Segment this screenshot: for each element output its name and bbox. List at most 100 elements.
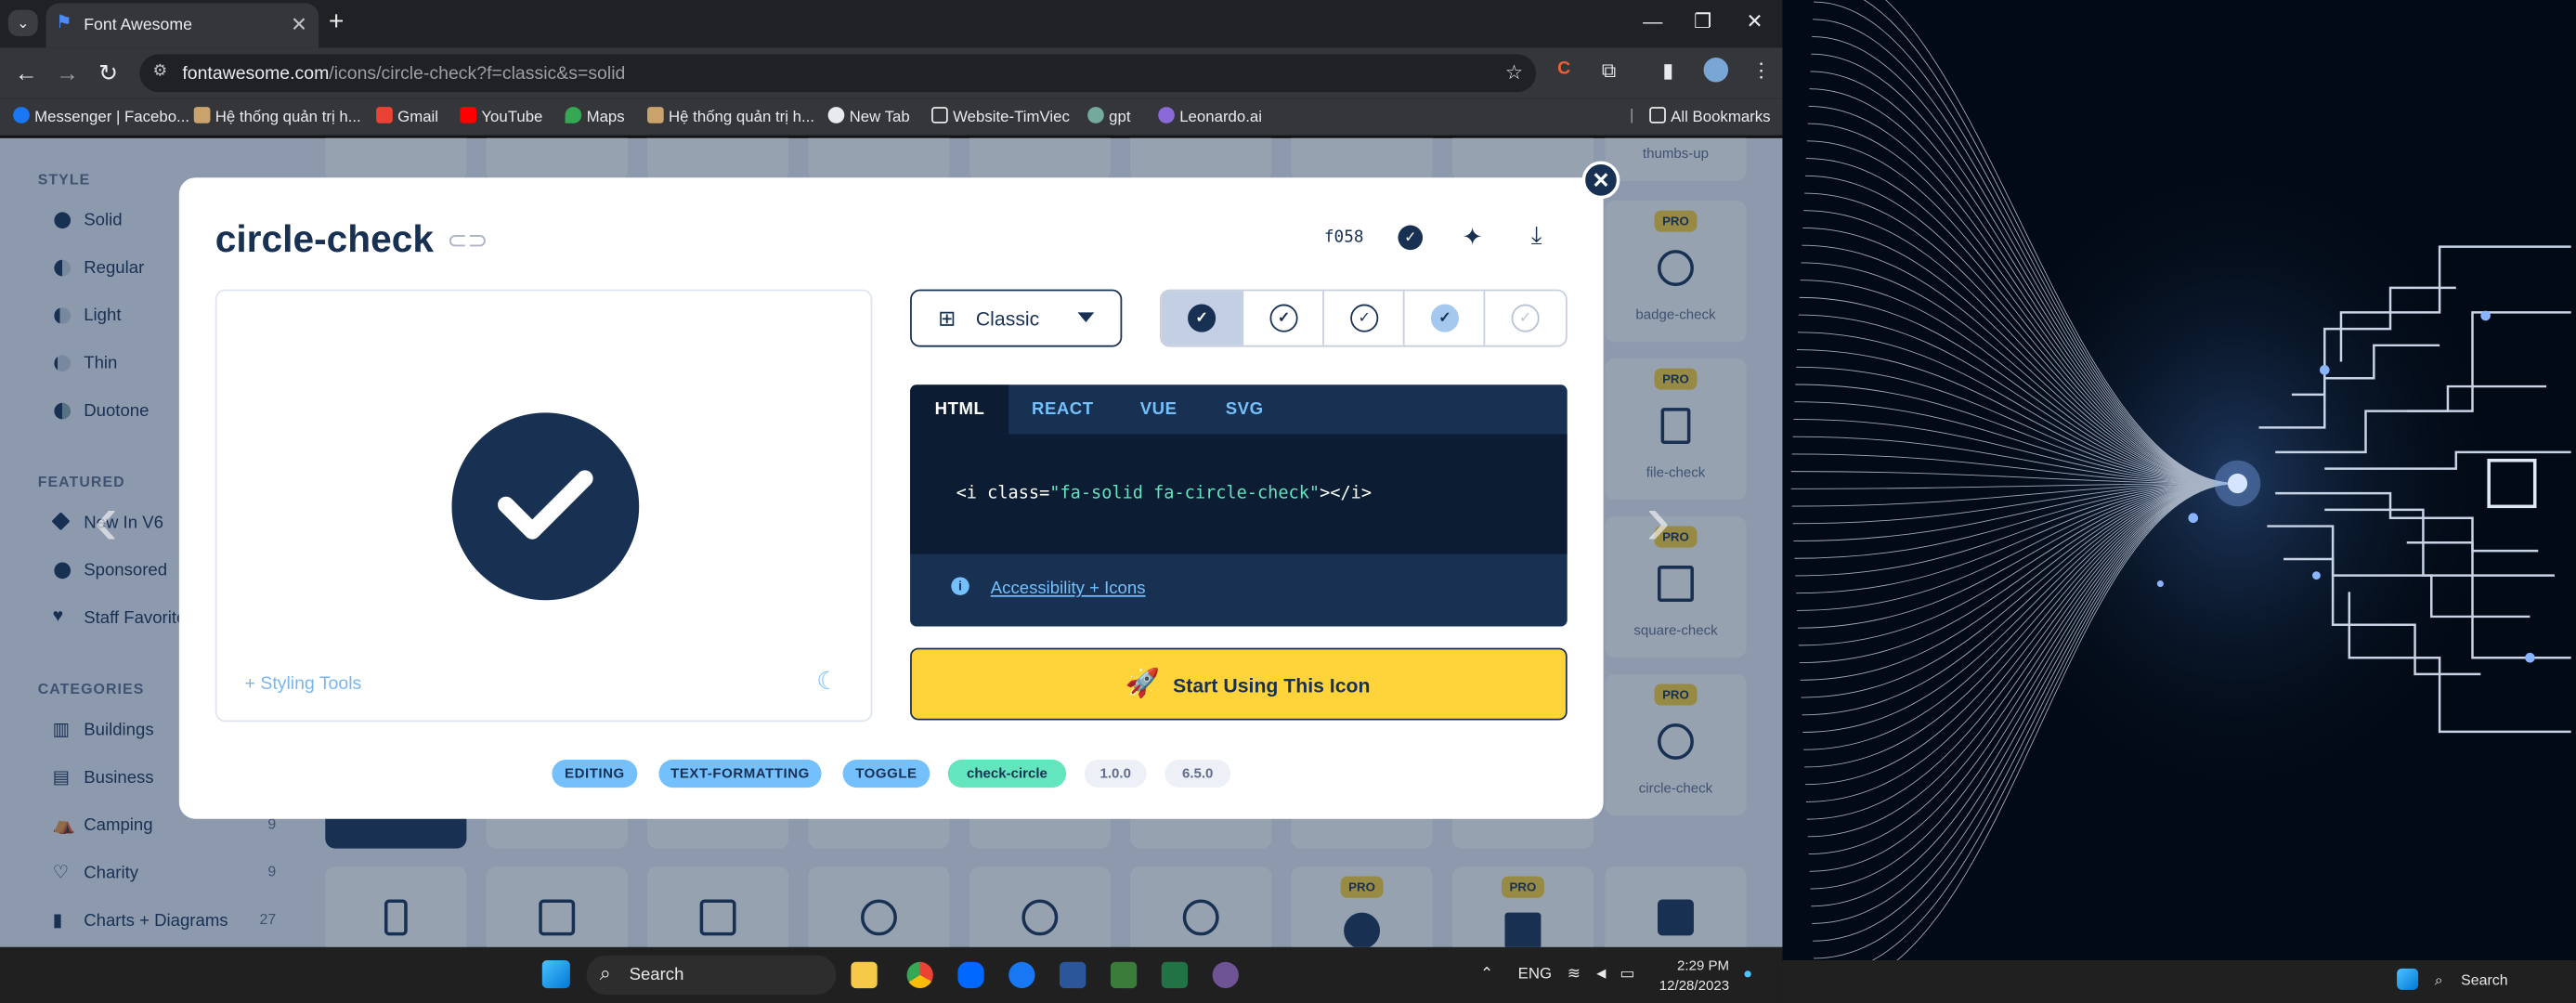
url-host: fontawesome.com (182, 64, 330, 85)
check-icon: ✓ (1430, 304, 1459, 332)
styling-tools-button[interactable]: + Styling Tools (245, 674, 362, 694)
version-updated: 6.5.0 (1164, 759, 1231, 788)
modal-title: circle-check (215, 216, 435, 260)
app-icon[interactable] (1110, 961, 1138, 989)
code-body[interactable]: <i class="fa-solid fa-circle-check"></i> (910, 434, 1568, 554)
close-tab-icon[interactable]: ✕ (291, 13, 307, 36)
bookmark-item[interactable]: Hệ thống quản trị h... (647, 107, 814, 126)
chevron-down-icon (1077, 312, 1095, 323)
zalo-icon[interactable] (957, 961, 984, 989)
profile-avatar[interactable] (1703, 57, 1729, 83)
family-select[interactable]: ⊞ Classic (910, 289, 1123, 347)
bookmark-label: Maps (586, 108, 625, 127)
clock[interactable]: 2:29 PM 12/28/2023 (1659, 956, 1729, 995)
address-bar[interactable]: ⚙ fontawesome.com/icons/circle-check?f=c… (139, 54, 1537, 93)
bookmark-item[interactable]: Hệ thống quản trị h... (193, 107, 361, 126)
bookmark-item[interactable]: Leonardo.ai (1158, 107, 1262, 126)
bookmark-label: Hệ thống quản trị h... (669, 108, 815, 127)
url-path: /icons/circle-check?f=classic&s=solid (329, 64, 626, 85)
browser-tab[interactable]: ⚑ Font Awesome ✕ (46, 3, 319, 48)
accessibility-link[interactable]: Accessibility + Icons (991, 579, 1146, 598)
alias-check-circle[interactable]: check-circle (947, 759, 1067, 788)
windows-start-icon[interactable] (2397, 968, 2419, 990)
url-text: fontawesome.com/icons/circle-check?f=cla… (182, 64, 625, 84)
facebook-icon[interactable] (1008, 961, 1035, 989)
bookmark-item[interactable]: Messenger | Facebo... (13, 107, 189, 126)
tag-text-formatting[interactable]: TEXT-FORMATTING (658, 759, 822, 788)
file-explorer-icon[interactable] (851, 961, 878, 989)
copy-glyph-icon[interactable]: ✓ (1398, 225, 1424, 251)
style-option-duotone[interactable]: ✓ (1483, 291, 1564, 345)
bookmark-label: Website-TimViec (953, 108, 1070, 127)
style-option-solid[interactable]: ✓ (1161, 291, 1242, 345)
tag-editing[interactable]: EDITING (552, 759, 638, 788)
secondary-taskbar: ⌕ Search (1782, 959, 2576, 1003)
back-icon[interactable]: ← (15, 59, 38, 85)
style-option-thin[interactable]: ✓ (1402, 291, 1484, 345)
desktop-wallpaper (1782, 0, 2576, 960)
forward-icon[interactable]: → (56, 59, 79, 85)
link-icon[interactable]: ⊂⊃ (447, 226, 488, 254)
word-icon[interactable] (1060, 961, 1086, 989)
new-tab-icon[interactable]: + (329, 8, 345, 38)
excel-icon[interactable] (1161, 961, 1189, 989)
tab-svg[interactable]: SVG (1226, 384, 1264, 434)
close-modal-button[interactable]: ✕ (1581, 161, 1620, 200)
tab-vue[interactable]: VUE (1140, 384, 1177, 434)
taskbar: ⌕ Search ⌃ ENG ≋ ◄ ▭ 2:29 PM 12/28/2023 … (0, 946, 1783, 1003)
code-panel: HTML REACT VUE SVG <i class="fa-solid fa… (910, 384, 1568, 627)
next-icon[interactable]: › (1646, 484, 1671, 557)
bookmark-folder[interactable]: Website-TimViec (931, 107, 1070, 126)
all-bookmarks[interactable]: All Bookmarks (1649, 107, 1771, 126)
secondary-search-label[interactable]: Search (2461, 971, 2507, 988)
wifi-icon[interactable]: ≋ (1568, 965, 1581, 983)
github-icon[interactable] (1212, 961, 1239, 989)
reload-icon[interactable]: ↻ (98, 59, 118, 87)
bookmark-label: Leonardo.ai (1179, 108, 1263, 127)
bookmarks-bar: Messenger | Facebo... Hệ thống quản trị … (0, 98, 1783, 137)
bookmark-item[interactable]: gpt (1087, 107, 1131, 126)
minimize-icon[interactable]: — (1643, 10, 1662, 33)
code-prefix: <i class= (956, 483, 1050, 503)
unicode-value[interactable]: f058 (1324, 228, 1364, 246)
previous-icon[interactable]: ‹ (94, 484, 118, 557)
flag-icon: ⚑ (56, 13, 72, 33)
language-indicator[interactable]: ENG (1518, 965, 1552, 983)
close-window-icon[interactable]: ✕ (1747, 10, 1763, 33)
search-icon[interactable]: ⌕ (2435, 971, 2443, 989)
notification-icon[interactable]: ● (1743, 965, 1752, 983)
sparkles-icon[interactable]: ✦ (1462, 222, 1482, 252)
style-option-light[interactable]: ✓ (1322, 291, 1403, 345)
taskbar-search[interactable]: ⌕ Search (586, 955, 837, 996)
style-option-regular[interactable]: ✓ (1242, 291, 1322, 345)
bookmark-item[interactable]: YouTube (460, 107, 542, 126)
tab-search-icon[interactable]: ⌄ (7, 9, 38, 36)
bookmark-item[interactable]: Gmail (376, 107, 438, 126)
tag-toggle[interactable]: TOGGLE (842, 759, 930, 788)
restore-icon[interactable]: ❐ (1694, 10, 1711, 33)
bookmark-star-icon[interactable]: ☆ (1505, 61, 1523, 85)
chrome-icon[interactable] (906, 961, 933, 989)
menu-icon[interactable]: ⋮ (1751, 59, 1771, 83)
download-icon[interactable]: ⤓ (1531, 222, 1542, 250)
extension-icon[interactable]: C (1557, 59, 1570, 79)
start-using-button[interactable]: 🚀 Start Using This Icon (910, 647, 1568, 721)
site-info-icon[interactable]: ⚙ (153, 62, 168, 80)
side-panel-icon[interactable]: ▮ (1662, 59, 1673, 83)
volume-icon[interactable]: ◄ (1594, 965, 1609, 983)
chevron-up-icon[interactable]: ⌃ (1480, 965, 1493, 983)
extensions-icon[interactable]: ⧉ (1602, 59, 1616, 85)
icon-detail-modal: circle-check ⊂⊃ f058 ✓ ✦ ⤓ + Styling Too… (178, 177, 1604, 819)
code-snippet[interactable]: <i class="fa-solid fa-circle-check"></i> (956, 484, 1372, 503)
battery-icon[interactable]: ▭ (1620, 965, 1634, 983)
version-added: 1.0.0 (1084, 759, 1147, 788)
tab-react[interactable]: REACT (1032, 384, 1094, 434)
bookmark-item[interactable]: Maps (565, 107, 625, 127)
tab-html[interactable]: HTML (910, 384, 1009, 435)
moon-icon[interactable]: ☾ (816, 666, 839, 696)
family-select-value: Classic (975, 307, 1040, 331)
bookmark-item[interactable]: New Tab (827, 107, 910, 126)
palette-icon: ⊞ (938, 306, 956, 331)
browser-toolbar: ← → ↻ ⚙ fontawesome.com/icons/circle-che… (0, 47, 1783, 99)
windows-start-icon[interactable] (541, 959, 570, 989)
